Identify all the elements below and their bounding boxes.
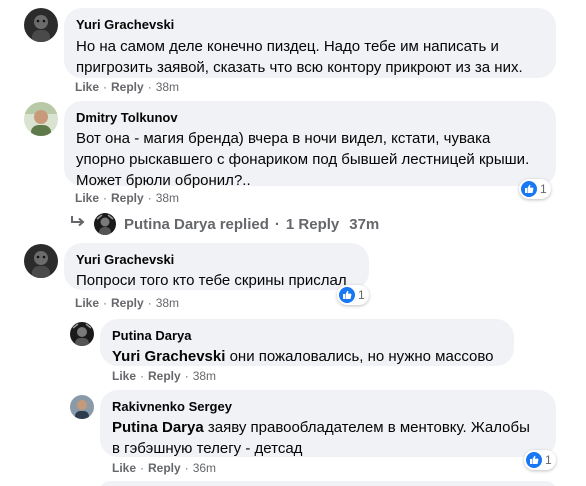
reply-bubble: Putina Darya Yuri Grachevski они пожалов… xyxy=(100,319,514,366)
thumbs-up-icon xyxy=(521,181,537,197)
mention-link[interactable]: Putina Darya xyxy=(112,419,204,436)
reply-actions: Like · Reply · 38m xyxy=(112,369,217,383)
avatar-putina-darya[interactable] xyxy=(70,322,94,346)
comment-actions: Like · Reply · 38m xyxy=(75,296,180,310)
like-button[interactable]: Like xyxy=(112,369,136,383)
reply-actions: Like · Reply · 36m xyxy=(112,461,217,475)
reply-author[interactable]: Putina Darya xyxy=(112,327,502,344)
thumbs-up-icon xyxy=(339,287,355,303)
timestamp[interactable]: 38m xyxy=(156,296,179,310)
reply-count: 1 Reply xyxy=(285,215,340,233)
reaction-count[interactable]: 1 xyxy=(337,285,369,305)
comment-text: Вот она - магия бренда) вчера в ночи вид… xyxy=(76,130,530,189)
comment-text: Попроси того кто тебе скрины прислал xyxy=(76,272,347,289)
timestamp[interactable]: 38m xyxy=(193,369,216,383)
reply-arrow-icon xyxy=(70,215,86,234)
comment-author[interactable]: Dmitry Tolkunov xyxy=(76,109,544,126)
avatar-dmitry-tolkunov[interactable] xyxy=(24,102,58,136)
reply-button[interactable]: Reply xyxy=(111,296,144,310)
next-reply-bubble-partial xyxy=(100,481,556,486)
like-button[interactable]: Like xyxy=(75,296,99,310)
mention-link[interactable]: Yuri Grachevski xyxy=(112,348,225,365)
like-button[interactable]: Like xyxy=(75,80,99,94)
reply-button[interactable]: Reply xyxy=(148,369,181,383)
replied-verb: replied xyxy=(219,215,269,233)
reply-text: Yuri Grachevski они пожаловались, но нуж… xyxy=(112,348,494,365)
reply-text: Putina Darya заяву правообладателем в ме… xyxy=(112,419,530,457)
reply-button[interactable]: Reply xyxy=(111,191,144,205)
reply-button[interactable]: Reply xyxy=(148,461,181,475)
comment-actions: Like · Reply · 38m xyxy=(75,80,180,94)
like-button[interactable]: Like xyxy=(112,461,136,475)
reaction-count[interactable]: 1 xyxy=(519,179,551,199)
replied-author: Putina Darya xyxy=(124,215,216,233)
comment-bubble: Yuri Grachevski Попроси того кто тебе ск… xyxy=(64,243,369,290)
comment-actions: Like · Reply · 38m xyxy=(75,191,180,205)
view-replies-link[interactable]: Putina Darya replied · 1 Reply 37m xyxy=(70,212,379,236)
reply-author[interactable]: Rakivnenko Sergey xyxy=(112,398,544,415)
timestamp[interactable]: 38m xyxy=(156,80,179,94)
replied-time: 37m xyxy=(349,215,380,233)
timestamp[interactable]: 36m xyxy=(193,461,216,475)
reply-bubble: Rakivnenko Sergey Putina Darya заяву пра… xyxy=(100,390,556,457)
reaction-count[interactable]: 1 xyxy=(524,450,556,470)
timestamp[interactable]: 38m xyxy=(156,191,179,205)
thumbs-up-icon xyxy=(526,452,542,468)
comment-bubble: Dmitry Tolkunov Вот она - магия бренда) … xyxy=(64,101,556,189)
reply-button[interactable]: Reply xyxy=(111,80,144,94)
avatar-yuri-grachevski[interactable] xyxy=(24,8,58,42)
avatar-rakivnenko-sergey[interactable] xyxy=(70,395,94,419)
comment-bubble: Yuri Grachevski Но на самом деле конечно… xyxy=(64,8,556,78)
comment-author[interactable]: Yuri Grachevski xyxy=(76,251,357,268)
comment-text: Но на самом деле конечно пиздец. Надо те… xyxy=(76,38,523,76)
avatar-yuri-grachevski[interactable] xyxy=(24,244,58,278)
avatar-putina-darya-small xyxy=(94,213,116,235)
like-button[interactable]: Like xyxy=(75,191,99,205)
comment-author[interactable]: Yuri Grachevski xyxy=(76,16,544,33)
